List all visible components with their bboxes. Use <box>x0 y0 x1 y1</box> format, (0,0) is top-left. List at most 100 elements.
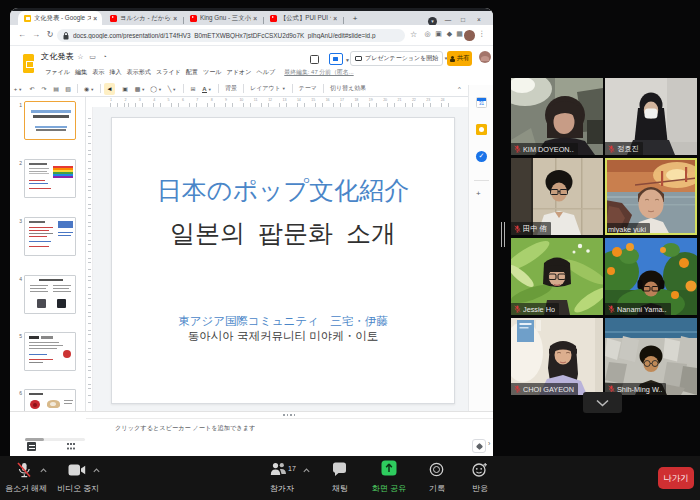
google-keep-icon[interactable] <box>476 124 487 135</box>
browser-menu-icon[interactable]: ⋮ <box>478 29 486 38</box>
insert-line-button[interactable]: ╲▼ <box>164 85 180 92</box>
start-presentation-button[interactable]: プレゼンテーションを開始 ▼ <box>350 51 443 66</box>
participant-tile[interactable]: 정효진 <box>605 78 697 155</box>
stop-video-button[interactable]: 비디오 중지 <box>57 483 99 494</box>
undo-button[interactable]: ↶ <box>26 85 38 92</box>
redo-button[interactable]: ↷ <box>38 85 50 92</box>
slide-title-korean[interactable]: 일본의 팝문화 소개 <box>112 219 454 248</box>
move-folder-icon[interactable]: ▭ <box>88 53 97 61</box>
share-button[interactable]: 共有 <box>447 51 472 66</box>
menu-arrange[interactable]: 配置 <box>186 68 198 77</box>
share-screen-button[interactable]: 화면 공유 <box>372 483 406 494</box>
extension-icon[interactable]: ◆ <box>445 30 454 38</box>
menu-file[interactable]: ファイル <box>45 68 70 77</box>
back-button[interactable]: ← <box>17 30 27 39</box>
browser-profile-avatar[interactable] <box>464 30 475 41</box>
tab-close-icon[interactable]: × <box>333 15 337 22</box>
window-maximize-button[interactable]: □ <box>458 15 468 25</box>
participants-button[interactable]: 참가자 <box>270 483 294 494</box>
slideshow-icon[interactable] <box>329 53 343 65</box>
background-button[interactable]: 背景 <box>225 84 237 93</box>
forward-button[interactable]: → <box>31 30 41 39</box>
participant-tile[interactable]: KIM DOYEON.. <box>511 78 603 155</box>
explore-button[interactable] <box>472 439 486 453</box>
tab-close-icon[interactable]: × <box>93 15 97 22</box>
tab-youtube-1[interactable]: ヨルシカ - だから僕は音楽を辞めた : × <box>104 11 182 25</box>
record-button[interactable]: 기록 <box>429 483 445 494</box>
layout-button[interactable]: レイアウト▼ <box>250 84 286 93</box>
menu-edit[interactable]: 編集 <box>75 68 87 77</box>
insert-shape-button[interactable]: ◯▼ <box>148 85 164 92</box>
menu-tools[interactable]: ツール <box>203 68 222 77</box>
unmute-button[interactable]: 음소거 해제 <box>5 483 47 494</box>
window-minimize-button[interactable]: — <box>443 15 453 25</box>
menu-format[interactable]: 表示形式 <box>127 68 151 77</box>
extension-icon[interactable]: ◎ <box>423 30 432 38</box>
slide-thumbnail-3[interactable] <box>24 217 76 256</box>
leave-meeting-button[interactable]: 나가기 <box>658 467 694 489</box>
extension-icon[interactable]: ▦ <box>455 30 464 38</box>
menu-addons[interactable]: アドオン <box>227 68 252 77</box>
print-button[interactable]: ▤ <box>50 85 62 92</box>
text-color-button[interactable]: A▼ <box>199 86 215 92</box>
participant-tile[interactable]: Jessie Ho <box>511 238 603 315</box>
video-camera-icon[interactable] <box>68 463 86 477</box>
speaker-notes-placeholder[interactable]: クリックするとスピーカー ノートを追加できます <box>115 424 255 433</box>
collapse-side-panel-icon[interactable]: › <box>488 440 490 447</box>
zoom-button[interactable]: ◉▼ <box>81 85 97 92</box>
menu-insert[interactable]: 挿入 <box>109 68 121 77</box>
window-close-button[interactable]: × <box>474 15 484 25</box>
slide-title-japanese[interactable]: 日本のポップ文化紹介 <box>112 176 454 205</box>
url-input[interactable]: docs.google.com/presentation/d/1T4fHV3_B… <box>57 29 405 42</box>
tab-slides[interactable]: 文化発表 - Google スライド × <box>18 11 102 25</box>
participant-tile[interactable]: Shih-Ming W.. <box>605 318 697 395</box>
theme-button[interactable]: テーマ <box>299 84 317 93</box>
comment-history-icon[interactable] <box>310 55 319 64</box>
transition-button[interactable]: 切り替え効果 <box>330 84 366 93</box>
star-document-icon[interactable]: ☆ <box>76 53 85 61</box>
current-slide[interactable]: 日本のポップ文化紹介 일본의 팝문화 소개 東アジア国際コミュニティ 三宅・伊藤… <box>111 117 455 404</box>
text-box-button[interactable]: ▣ <box>118 85 132 92</box>
new-slide-button[interactable]: +▼ <box>10 86 26 92</box>
select-tool-button[interactable]: ◄ <box>104 83 115 95</box>
slide-thumbnail-5[interactable] <box>24 332 76 371</box>
menu-view[interactable]: 表示 <box>92 68 104 77</box>
menu-slide[interactable]: スライド <box>156 68 181 77</box>
reload-button[interactable]: ↻ <box>45 30 55 39</box>
notes-resize-handle[interactable] <box>283 414 297 416</box>
share-screen-icon[interactable] <box>381 460 397 476</box>
slide-thumbnail-4[interactable] <box>24 275 76 314</box>
tab-youtube-2[interactable]: King Gnu - 三文小説 - YouTube × <box>184 11 262 25</box>
bookmark-star-icon[interactable]: ☆ <box>409 30 418 39</box>
slide-subtitle-korean[interactable]: 동아시아 국제커뮤니티 미야케・이토 <box>112 329 454 344</box>
hide-menus-button[interactable]: ^ <box>458 86 461 92</box>
insert-table-button[interactable]: ⊞ <box>187 85 199 92</box>
account-avatar[interactable] <box>479 51 491 63</box>
record-icon[interactable] <box>429 462 444 477</box>
participants-chevron-icon[interactable] <box>303 468 310 473</box>
menu-help[interactable]: ヘルプ <box>257 68 276 77</box>
participant-tile[interactable]: 田中 侑 <box>511 158 603 235</box>
tab-close-icon[interactable]: × <box>253 15 257 22</box>
show-more-participants-button[interactable] <box>583 392 622 413</box>
slide-subtitle-japanese[interactable]: 東アジア国際コミュニティ 三宅・伊藤 <box>112 314 454 329</box>
chat-icon[interactable] <box>332 462 347 477</box>
slide-thumbnail-1[interactable] <box>24 101 76 140</box>
new-tab-button[interactable]: + <box>350 14 360 23</box>
participants-icon[interactable] <box>270 462 287 476</box>
cloud-status-icon[interactable]: ◔ <box>100 53 109 60</box>
filmstrip-scrollbar[interactable] <box>25 438 85 441</box>
grid-view-button[interactable] <box>66 442 76 451</box>
google-calendar-icon[interactable] <box>476 97 487 108</box>
slide-thumbnail-2[interactable] <box>24 159 76 198</box>
participant-tile-active-speaker[interactable]: miyake yuki <box>605 158 697 235</box>
chat-button[interactable]: 채팅 <box>332 483 348 494</box>
extension-icon[interactable]: ▣ <box>434 30 443 38</box>
participant-tile[interactable]: Nanami Yama.. <box>605 238 697 315</box>
video-options-chevron-icon[interactable] <box>93 468 100 473</box>
reactions-button[interactable]: 반응 <box>472 483 488 494</box>
tab-youtube-3[interactable]: 【公式】PUI PUI モルカー 第1話 : × <box>264 11 342 25</box>
mic-muted-icon[interactable] <box>16 462 32 479</box>
mic-options-chevron-icon[interactable] <box>40 468 47 473</box>
tab-close-icon[interactable]: × <box>173 15 177 22</box>
